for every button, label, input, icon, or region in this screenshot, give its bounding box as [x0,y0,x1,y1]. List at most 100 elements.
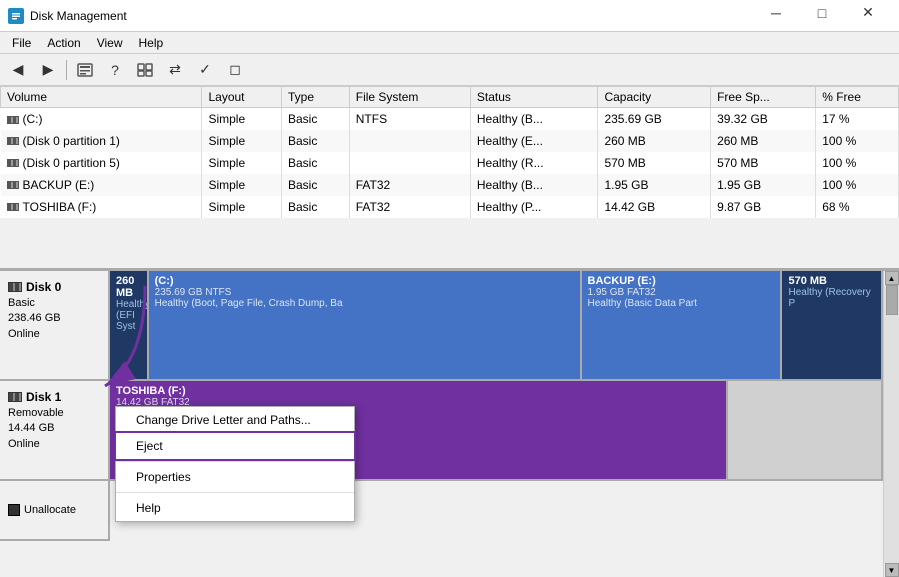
table-row[interactable]: BACKUP (E:)SimpleBasicFAT32Healthy (B...… [1,174,899,196]
context-menu: Change Drive Letter and Paths... Eject P… [115,406,355,522]
disk-stripe-icon [7,203,19,211]
disk-stripe-icon [7,159,19,167]
cell-pct: 100 % [816,130,899,152]
toolbar-btn-1[interactable] [71,57,99,83]
cell-type: Basic [281,196,349,218]
toolbar: ◀ ▶ ? ⇄ ✓ ◻ [0,54,899,86]
col-type: Type [281,87,349,108]
cell-status: Healthy (B... [470,174,598,196]
context-menu-item-change-drive[interactable]: Change Drive Letter and Paths... [116,407,354,433]
context-menu-item-properties[interactable]: Properties [116,464,354,490]
menu-file[interactable]: File [4,34,39,52]
cell-status: Healthy (E... [470,130,598,152]
minimize-button[interactable]: ─ [753,0,799,29]
cell-pct: 100 % [816,174,899,196]
menu-view[interactable]: View [89,34,131,52]
disk0-part1-detail: Healthy (EFI Syst [116,299,141,332]
toolbar-btn-help[interactable]: ? [101,57,129,83]
table-row[interactable]: (Disk 0 partition 1)SimpleBasic Healthy (… [1,130,899,152]
cell-fs [349,130,470,152]
menu-help[interactable]: Help [131,34,172,52]
context-menu-separator-2 [116,492,354,493]
vertical-scrollbar[interactable]: ▲ ▼ [883,271,899,577]
disk1-label: Disk 1 Removable 14.44 GB Online [0,381,110,479]
disk1-type: Removable [8,406,100,421]
disk0-part2-detail1: 235.69 GB NTFS [155,287,574,298]
disk1-icon [8,392,22,402]
disk1-part1-name: TOSHIBA (F:) [116,385,720,397]
cell-pct: 17 % [816,108,899,130]
volume-table: Volume Layout Type File System Status Ca… [0,86,899,218]
cell-capacity: 570 MB [598,152,711,174]
cell-volume: (C:) [1,108,202,130]
disk0-part2[interactable]: (C:) 235.69 GB NTFS Healthy (Boot, Page … [149,271,582,379]
cell-free: 260 MB [711,130,816,152]
disk0-label: Disk 0 Basic 238.46 GB Online [0,271,110,379]
cell-volume: BACKUP (E:) [1,174,202,196]
context-menu-item-eject[interactable]: Eject [114,431,356,461]
disk-stripe-icon [7,181,19,189]
disk0-part3[interactable]: BACKUP (E:) 1.95 GB FAT32 Healthy (Basic… [582,271,783,379]
separator-1 [66,60,67,80]
cell-free: 570 MB [711,152,816,174]
cell-type: Basic [281,174,349,196]
cell-fs: NTFS [349,108,470,130]
disk-stripe-icon [7,137,19,145]
col-volume: Volume [1,87,202,108]
disk0-part1[interactable]: 260 MB Healthy (EFI Syst [110,271,149,379]
cell-fs: FAT32 [349,196,470,218]
disk0-part4[interactable]: 570 MB Healthy (Recovery P [782,271,882,379]
disk1-size: 14.44 GB [8,421,100,436]
close-button[interactable]: ✕ [845,0,891,29]
disk0-part1-size: 260 MB [116,275,141,299]
cell-free: 39.32 GB [711,108,816,130]
disk0-size: 238.46 GB [8,311,100,326]
scroll-down[interactable]: ▼ [885,563,899,577]
cell-type: Basic [281,130,349,152]
cell-layout: Simple [202,130,282,152]
cell-capacity: 14.42 GB [598,196,711,218]
cell-volume: (Disk 0 partition 1) [1,130,202,152]
main-content: Volume Layout Type File System Status Ca… [0,86,899,577]
disk0-part4-size: 570 MB [788,275,874,287]
back-button[interactable]: ◀ [4,57,32,83]
cell-capacity: 260 MB [598,130,711,152]
context-menu-separator [116,461,354,462]
context-menu-item-help[interactable]: Help [116,495,354,521]
cell-layout: Simple [202,152,282,174]
maximize-button[interactable]: □ [799,0,845,29]
disk0-part4-detail: Healthy (Recovery P [788,287,874,309]
table-row[interactable]: (C:)SimpleBasicNTFSHealthy (B...235.69 G… [1,108,899,130]
disk-stripe-icon [7,116,19,124]
disk0-part2-detail2: Healthy (Boot, Page File, Crash Dump, Ba [155,298,574,309]
cell-free: 1.95 GB [711,174,816,196]
cell-type: Basic [281,108,349,130]
app-title: Disk Management [30,9,127,23]
app-icon [8,8,24,24]
disk0-part2-name: (C:) [155,275,574,287]
col-capacity: Capacity [598,87,711,108]
cell-fs [349,152,470,174]
toolbar-btn-4[interactable]: ⇄ [161,57,189,83]
disk-graphical-area: Disk 0 Basic 238.46 GB Online 260 MB Hea… [0,271,899,577]
scroll-thumb[interactable] [886,285,898,315]
disk0-part3-detail1: 1.95 GB FAT32 [588,287,775,298]
unallocated-icon [8,504,20,516]
cell-pct: 68 % [816,196,899,218]
table-row[interactable]: TOSHIBA (F:)SimpleBasicFAT32Healthy (P..… [1,196,899,218]
cell-layout: Simple [202,196,282,218]
toolbar-btn-6[interactable]: ◻ [221,57,249,83]
toolbar-btn-3[interactable] [131,57,159,83]
col-layout: Layout [202,87,282,108]
table-row[interactable]: (Disk 0 partition 5)SimpleBasicHealthy (… [1,152,899,174]
col-status: Status [470,87,598,108]
scroll-track [884,285,899,563]
disk0-status: Online [8,327,100,342]
disk0-icon [8,282,22,292]
toolbar-btn-5[interactable]: ✓ [191,57,219,83]
menu-action[interactable]: Action [39,34,88,52]
unallocated-label: Unallocate [0,481,110,541]
disk0-part3-detail2: Healthy (Basic Data Part [588,298,775,309]
forward-button[interactable]: ▶ [34,57,62,83]
scroll-up[interactable]: ▲ [885,271,899,285]
